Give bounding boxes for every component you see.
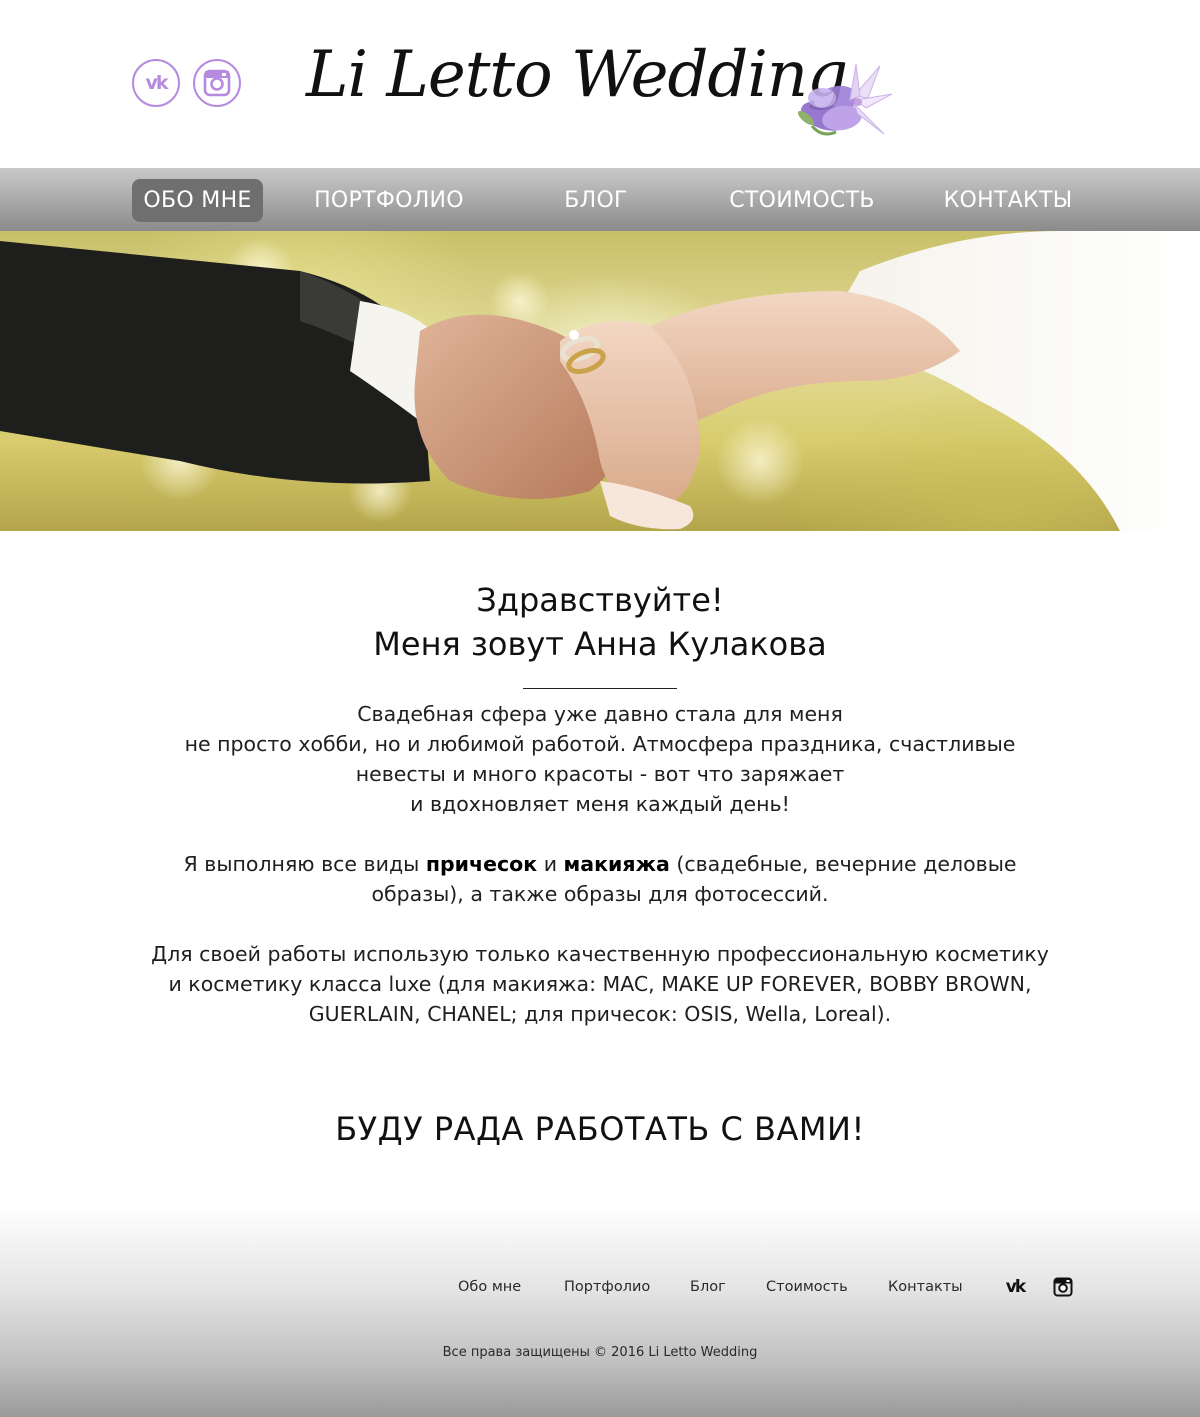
heading-divider [523,688,677,689]
hero-image [0,231,1200,531]
instagram-icon [1053,1277,1073,1297]
site-header: vk Li Letto Wedding [0,0,1200,168]
site-logo[interactable]: Li Letto Wedding [300,22,900,147]
intro-paragraph: Свадебная сфера уже давно стала для меня… [100,699,1100,819]
lily-flower-icon [797,63,893,136]
services-text: Я выполняю все виды [183,852,426,876]
nav-item-about[interactable]: ОБО МНЕ [132,179,263,222]
greeting-heading: Здравствуйте! Меня зовут Анна Кулакова [0,578,1200,666]
intro-line: Свадебная сфера уже давно стала для меня [357,702,843,726]
services-line: образы), а также образы для фотосессий. [371,882,829,906]
nav-item-blog[interactable]: БЛОГ [540,179,652,222]
instagram-icon [203,69,231,97]
instagram-link-button[interactable] [193,59,241,107]
cosmetics-paragraph: Для своей работы использую только качест… [100,939,1100,1029]
services-paragraph: Я выполняю все виды причесок и макияжа (… [100,849,1100,909]
intro-line: и вдохновляет меня каждый день! [410,792,790,816]
cosmetics-line: и косметику класса luxe (для макияжа: MA… [168,972,1032,996]
site-footer [0,1205,1200,1417]
services-text: (свадебные, вечерние деловые [669,852,1017,876]
copyright-text: Все права защищены © 2016 Li Letto Weddi… [442,1345,758,1360]
footer-instagram-button[interactable] [1052,1276,1074,1298]
intro-line: не просто хобби, но и любимой работой. А… [184,732,1016,756]
services-hairstyles: причесок [425,852,538,876]
cosmetics-line: GUERLAIN, CHANEL; для причесок: OSIS, We… [308,1002,892,1026]
services-makeup: макияжа [563,852,670,876]
footer-vk-icon[interactable]: vk [1001,1276,1029,1298]
greeting-line-2: Меня зовут Анна Кулакова [373,625,827,663]
footer-link-about[interactable]: Обо мне [458,1276,521,1298]
footer-link-pricing[interactable]: Стоимость [766,1276,848,1298]
main-nav: ОБО МНЕ ПОРТФОЛИО БЛОГ СТОИМОСТЬ КОНТАКТ… [0,168,1200,231]
footer-link-contacts[interactable]: Контакты [888,1276,963,1298]
hero-hands-illustration [0,231,1200,531]
closing-heading: БУДУ РАДА РАБОТАТЬ С ВАМИ! [335,1110,865,1148]
footer-link-blog[interactable]: Блог [690,1276,726,1298]
intro-line: невесты и много красоты - вот что заряжа… [355,762,845,786]
greeting-line-1: Здравствуйте! [476,581,724,619]
vk-icon: vk [145,72,168,94]
logo-text: Li Letto Wedding [306,38,848,112]
cosmetics-line: Для своей работы использую только качест… [151,942,1049,966]
services-text: и [537,852,564,876]
footer-link-portfolio[interactable]: Портфолио [564,1276,650,1298]
vk-link-button[interactable]: vk [132,59,180,107]
nav-item-portfolio[interactable]: ПОРТФОЛИО [300,179,478,222]
services-line: Я выполняю все виды причесок и макияжа (… [100,849,1100,879]
nav-item-contacts[interactable]: КОНТАКТЫ [932,179,1084,222]
nav-item-pricing[interactable]: СТОИМОСТЬ [712,179,892,222]
